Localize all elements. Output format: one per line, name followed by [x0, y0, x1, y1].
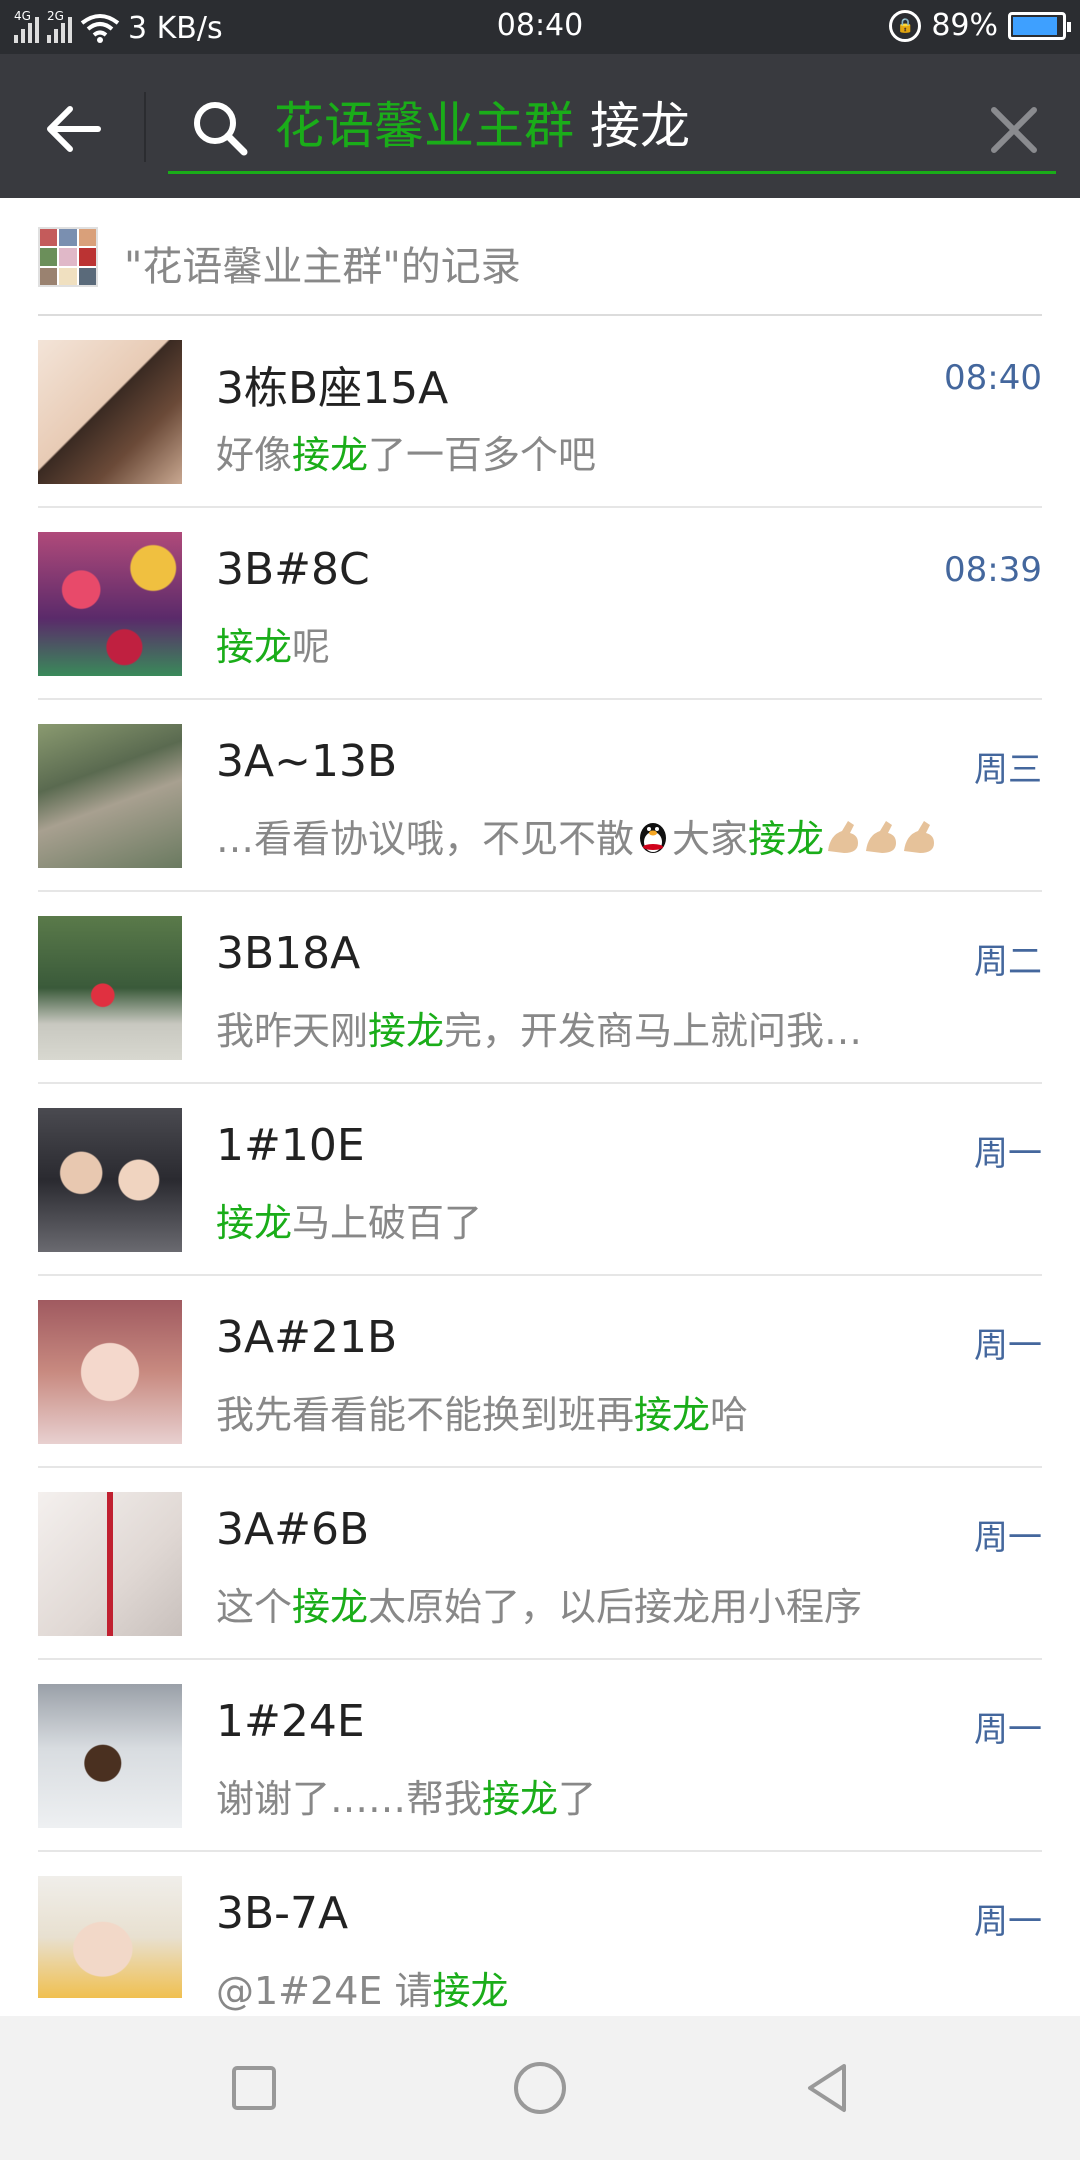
battery-percent: 89%: [931, 8, 998, 43]
avatar: [38, 532, 182, 676]
records-title: "花语馨业主群"的记录: [124, 244, 521, 290]
message-time: 周二: [974, 942, 1042, 982]
sender-name: 3B18A: [216, 928, 361, 979]
recent-apps-icon[interactable]: [222, 2056, 286, 2120]
status-right: 🔒 89%: [889, 8, 1071, 43]
avatar: [38, 724, 182, 868]
avatar: [38, 340, 182, 484]
penguin-emoji-icon: [634, 818, 672, 865]
message-snippet: 这个接龙太原始了，以后接龙用小程序: [216, 1585, 863, 1629]
sender-name: 3A#6B: [216, 1504, 370, 1555]
avatar: [38, 1300, 182, 1444]
avatar: [38, 1684, 182, 1828]
close-icon[interactable]: [986, 102, 1042, 158]
avatar: [38, 1492, 182, 1636]
message-snippet: @1#24E 请接龙: [216, 1969, 509, 2013]
search-query[interactable]: 接龙: [590, 97, 690, 155]
message-snippet: 我先看看能不能换到班再接龙哈: [216, 1393, 749, 1437]
list-item[interactable]: 3B-7A 周一 @1#24E 请接龙: [38, 1852, 1042, 2013]
search-input[interactable]: 花语馨业主群 接龙: [168, 84, 1056, 174]
sender-name: 1#10E: [216, 1120, 365, 1171]
list-item[interactable]: 3A#21B 周一 我先看看能不能换到班再接龙哈: [38, 1276, 1042, 1468]
flexed-biceps-icon: [824, 817, 936, 866]
sender-name: 1#24E: [216, 1696, 365, 1747]
list-item[interactable]: 3A~13B 周三 …看看协议哦，不见不散 大家接龙: [38, 700, 1042, 892]
status-bar: 4G 2G 3 KB/s 08:40 🔒 89%: [0, 0, 1080, 54]
message-time: 周一: [974, 1902, 1042, 1942]
back-triangle-icon[interactable]: [796, 2056, 860, 2120]
message-snippet: 好像接龙了一百多个吧: [216, 433, 597, 477]
list-item[interactable]: 3A#6B 周一 这个接龙太原始了，以后接龙用小程序: [38, 1468, 1042, 1660]
list-item[interactable]: 3B18A 周二 我昨天刚接龙完，开发商马上就问我…: [38, 892, 1042, 1084]
battery-icon: [1008, 11, 1071, 40]
list-item[interactable]: 1#10E 周一 接龙马上破百了: [38, 1084, 1042, 1276]
sender-name: 3栋B座15A: [216, 363, 449, 414]
list-item[interactable]: 3B#8C 08:39 接龙呢: [38, 508, 1042, 700]
sender-name: 3A#21B: [216, 1312, 398, 1363]
sender-name: 3B-7A: [216, 1888, 349, 1939]
header-divider: [144, 92, 146, 162]
system-nav-bar: [0, 2016, 1080, 2160]
search-header: 花语馨业主群 接龙: [0, 54, 1080, 198]
message-time: 周一: [974, 1134, 1042, 1174]
avatar: [38, 916, 182, 1060]
avatar: [38, 1108, 182, 1252]
message-time: 08:39: [944, 550, 1042, 590]
sender-name: 3B#8C: [216, 544, 370, 595]
message-snippet: 谢谢了……帮我接龙了: [216, 1777, 597, 1821]
message-time: 周一: [974, 1710, 1042, 1750]
rotation-lock-icon: 🔒: [889, 9, 922, 42]
home-icon[interactable]: [508, 2056, 572, 2120]
search-text[interactable]: 花语馨业主群 接龙: [274, 96, 690, 156]
records-header[interactable]: "花语馨业主群"的记录: [38, 198, 1042, 316]
result-list: 3栋B座15A 08:40 好像接龙了一百多个吧 3B#8C 08:39 接龙呢…: [0, 316, 1080, 2013]
list-item[interactable]: 1#24E 周一 谢谢了……帮我接龙了: [38, 1660, 1042, 1852]
message-snippet: 接龙马上破百了: [216, 1201, 483, 1245]
back-arrow-icon[interactable]: [40, 94, 110, 164]
message-time: 周一: [974, 1518, 1042, 1558]
message-time: 周一: [974, 1326, 1042, 1366]
avatar: [38, 1876, 182, 1998]
message-snippet: 接龙呢: [216, 625, 331, 669]
list-item[interactable]: 3栋B座15A 08:40 好像接龙了一百多个吧: [38, 316, 1042, 508]
message-snippet: 我昨天刚接龙完，开发商马上就问我…: [216, 1009, 863, 1053]
message-time: 08:40: [944, 358, 1042, 398]
search-group-tag[interactable]: 花语馨业主群: [274, 97, 574, 155]
search-icon: [194, 102, 248, 156]
message-snippet: …看看协议哦，不见不散 大家接龙: [216, 808, 1042, 866]
sender-name: 3A~13B: [216, 736, 398, 787]
message-time: 周三: [974, 750, 1042, 790]
group-avatar: [38, 227, 98, 287]
